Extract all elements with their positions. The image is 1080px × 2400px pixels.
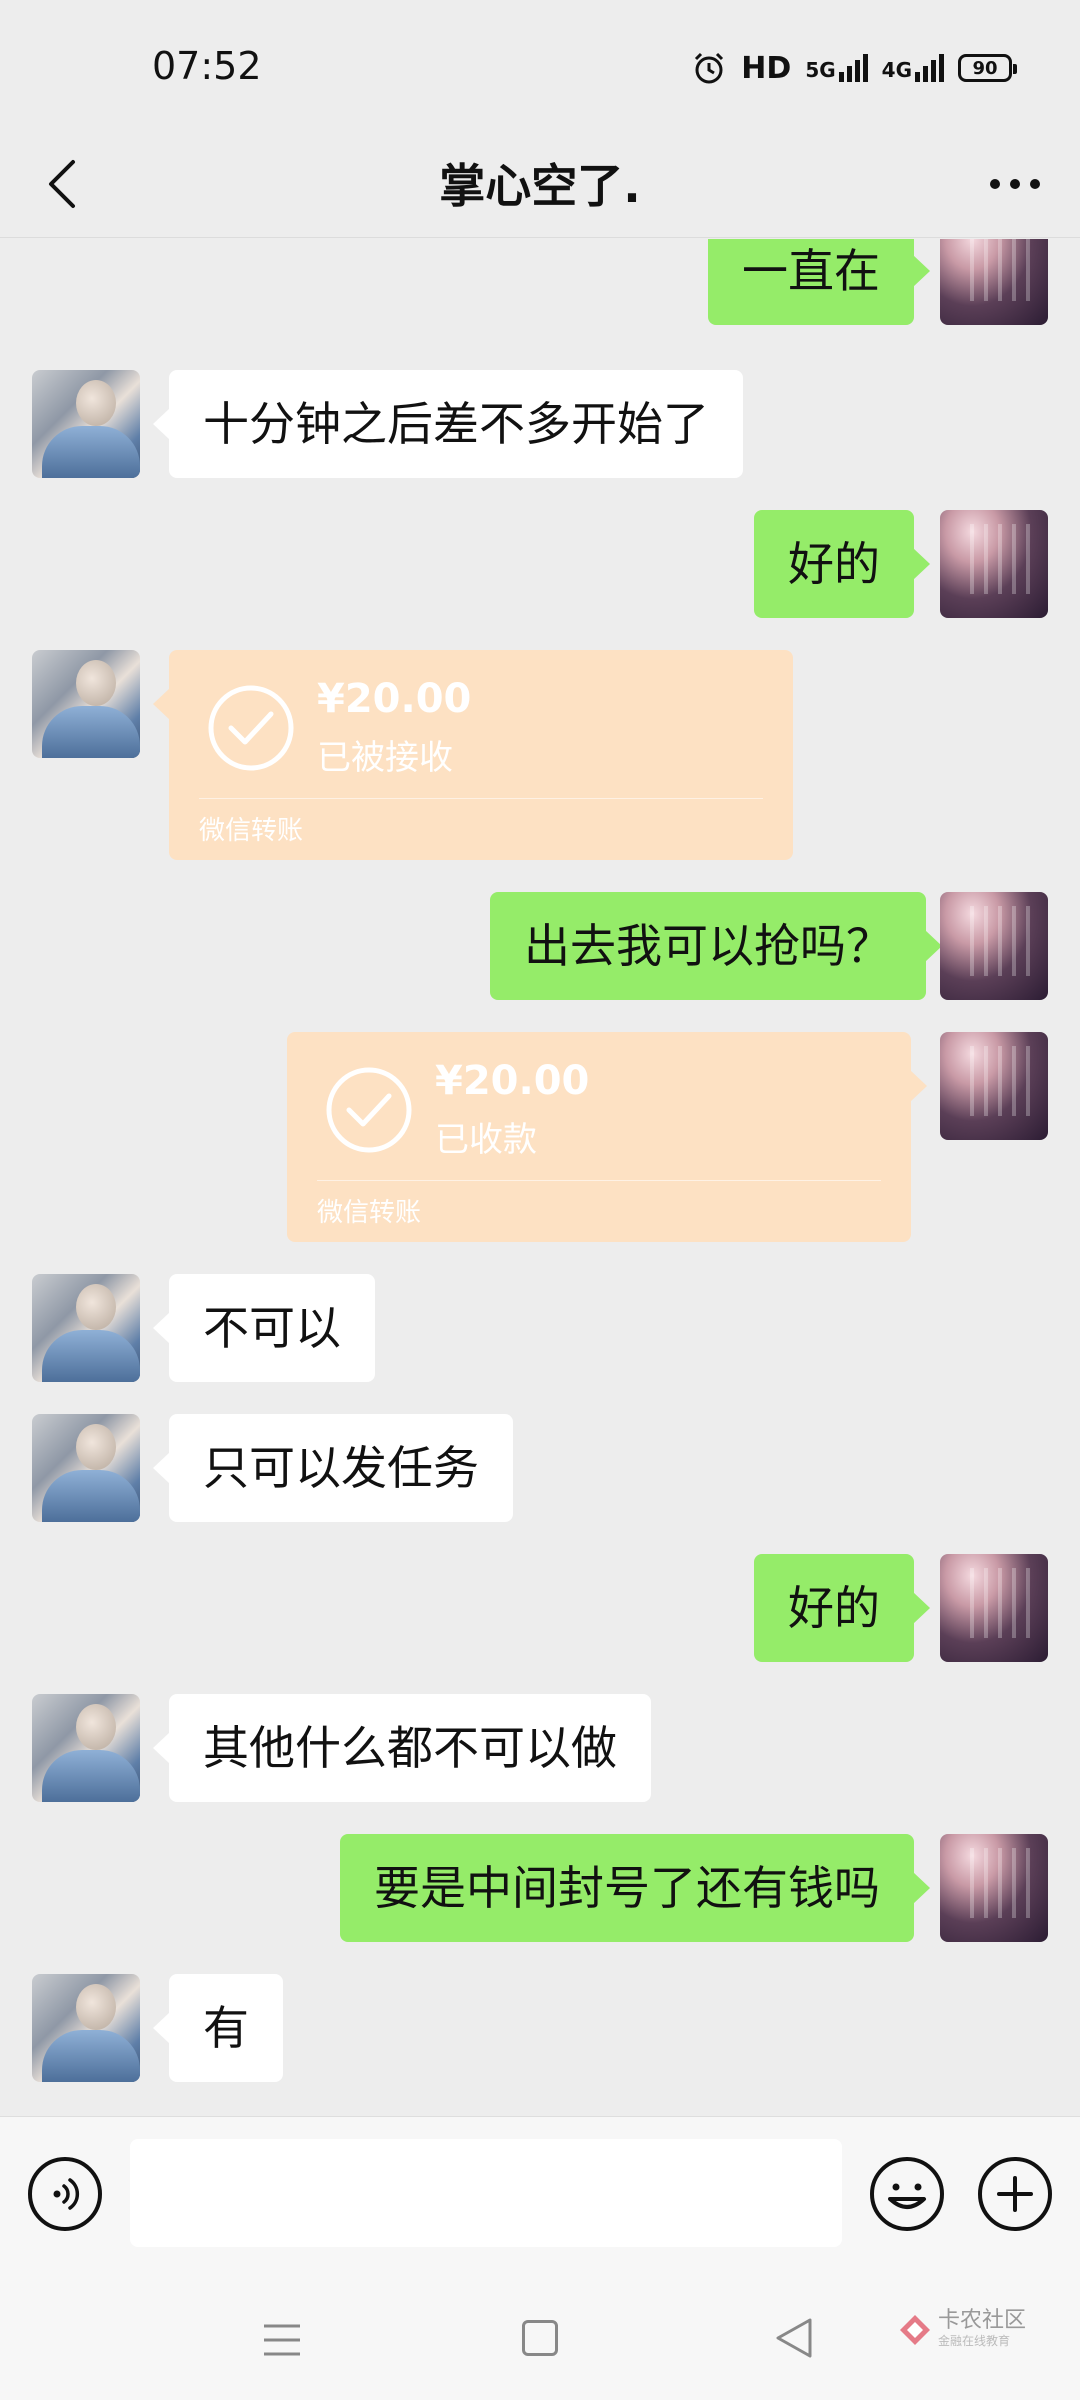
battery-level: 90	[972, 57, 998, 79]
voice-button[interactable]	[28, 2157, 102, 2231]
watermark-logo-icon	[900, 2314, 930, 2345]
transfer-divider	[199, 798, 763, 799]
message-bubble[interactable]: 其他什么都不可以做	[153, 1694, 651, 1802]
emoji-button[interactable]	[870, 2157, 944, 2231]
message-bubble[interactable]: 不可以	[153, 1274, 375, 1382]
voice-icon	[53, 2178, 80, 2210]
status-icons: HD 5G 4G 90	[691, 46, 1017, 90]
message-bubble[interactable]: 十分钟之后差不多开始了	[153, 370, 743, 478]
watermark: 卡农社区 金融在线教育	[898, 2310, 1026, 2349]
message-bubble[interactable]: 要是中间封号了还有钱吗	[340, 1834, 930, 1942]
contact-avatar[interactable]	[32, 650, 140, 758]
back-triangle-icon[interactable]	[772, 2316, 816, 2360]
self-avatar[interactable]	[940, 1554, 1048, 1662]
transfer-label: 微信转账	[199, 816, 304, 846]
self-avatar[interactable]	[940, 510, 1048, 618]
contact-avatar[interactable]	[32, 370, 140, 478]
contact-avatar[interactable]	[32, 1694, 140, 1802]
contact-avatar[interactable]	[32, 1414, 140, 1522]
more-button[interactable]	[980, 152, 1050, 216]
contact-avatar[interactable]	[32, 1274, 140, 1382]
signal-5g-icon: 5G	[805, 54, 868, 82]
chat-header: 掌心空了.	[0, 130, 1080, 238]
plus-icon	[997, 2176, 1033, 2212]
self-avatar[interactable]	[940, 1032, 1048, 1140]
transfer-amount: ¥20.00	[435, 1058, 590, 1104]
self-avatar[interactable]	[940, 239, 1048, 325]
contact-avatar[interactable]	[32, 1974, 140, 2082]
network-4g-label: 4G	[881, 58, 912, 82]
message-bubble[interactable]: 一直在	[708, 239, 930, 325]
battery-icon: 90	[958, 54, 1017, 82]
transfer-status: 已收款	[435, 1120, 537, 1160]
transfer-card[interactable]: ¥20.00 已收款 微信转账	[287, 1032, 927, 1242]
home-icon[interactable]	[522, 2320, 558, 2356]
status-time: 07:52	[152, 44, 262, 88]
chat-title: 掌心空了.	[439, 159, 641, 213]
message-bubble[interactable]: 有	[153, 1974, 283, 2082]
input-bar	[0, 2116, 1080, 2280]
message-bubble[interactable]: 只可以发任务	[153, 1414, 513, 1522]
plus-button[interactable]	[978, 2157, 1052, 2231]
watermark-text: 卡农社区	[938, 2308, 1027, 2333]
self-avatar[interactable]	[940, 1834, 1048, 1942]
transfer-status: 已被接收	[317, 738, 453, 778]
system-nav-bar: 卡农社区 金融在线教育	[0, 2280, 1080, 2400]
more-dots-icon	[990, 179, 1040, 189]
status-bar: 07:52 HD 5G 4G 90	[0, 0, 1080, 130]
smiley-icon	[888, 2183, 926, 2209]
message-bubble[interactable]: 出去我可以抢吗？	[490, 892, 942, 1000]
transfer-card[interactable]: ¥20.00 已被接收 微信转账	[153, 650, 793, 860]
message-bubble[interactable]: 好的	[754, 510, 930, 618]
watermark-subtext: 金融在线教育	[938, 2334, 1011, 2348]
message-bubble[interactable]: 好的	[754, 1554, 930, 1662]
network-5g-label: 5G	[805, 58, 836, 82]
menu-icon[interactable]	[262, 2322, 302, 2358]
message-input[interactable]	[130, 2139, 842, 2247]
self-avatar[interactable]	[940, 892, 1048, 1000]
transfer-divider	[317, 1180, 881, 1181]
signal-4g-icon: 4G	[882, 54, 944, 82]
message-list[interactable]: 一直在 十分钟之后差不多开始了 好的 ¥20.00 已被接收 微信转账 出去我可…	[0, 239, 1080, 2115]
transfer-label: 微信转账	[317, 1198, 422, 1228]
alarm-icon	[695, 52, 724, 84]
hd-indicator: HD	[741, 50, 792, 86]
transfer-amount: ¥20.00	[317, 676, 472, 722]
check-circle-icon	[208, 685, 294, 771]
check-circle-icon	[326, 1067, 412, 1153]
